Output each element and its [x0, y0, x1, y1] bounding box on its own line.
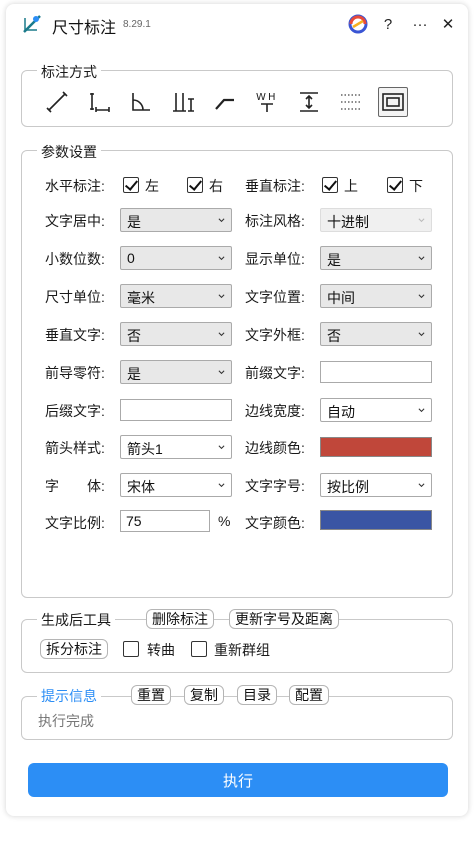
app-logo-icon [23, 15, 41, 33]
top-checkbox-label: 上 [344, 178, 358, 194]
convert-curve-checkbox[interactable] [123, 641, 139, 657]
catalog-button[interactable]: 目录 [237, 685, 277, 705]
width-height-icon[interactable]: W H [252, 87, 282, 117]
left-checkbox[interactable] [123, 177, 139, 193]
bottom-checkbox-label: 下 [409, 178, 423, 194]
more-icon[interactable]: ··· [408, 12, 432, 36]
regroup-label: 重新群组 [214, 642, 270, 658]
reset-button[interactable]: 重置 [131, 685, 171, 705]
font-size-select[interactable]: 按比例 [320, 473, 432, 497]
svg-text:H: H [268, 92, 276, 103]
text-center-select[interactable]: 是 [120, 208, 232, 232]
top-checkbox[interactable] [322, 177, 338, 193]
status-message: 执行完成 [38, 713, 94, 729]
mode-group-title: 标注方式 [37, 62, 101, 82]
app-version: 8.29.1 [123, 19, 151, 30]
chevron-down-icon [418, 332, 425, 337]
vertical-dimension-label: 垂直标注: [245, 178, 305, 194]
chevron-down-icon [218, 370, 225, 375]
grid-dots-icon[interactable] [336, 87, 366, 117]
vertical-text-select[interactable]: 否 [120, 322, 232, 346]
show-unit-select[interactable]: 是 [320, 246, 432, 270]
aligned-dimension-icon[interactable] [42, 87, 72, 117]
angle-dimension-icon[interactable] [126, 87, 156, 117]
chevron-down-icon [418, 483, 425, 488]
font-select[interactable]: 宋体 [120, 473, 232, 497]
prefix-text-input[interactable] [320, 361, 432, 383]
size-unit-select[interactable]: 毫米 [120, 284, 232, 308]
horizontal-dimension-label: 水平标注: [45, 178, 105, 194]
dim-style-label: 标注风格: [245, 213, 305, 229]
convert-curve-label: 转曲 [147, 642, 175, 658]
svg-text:W: W [256, 92, 266, 103]
copy-button[interactable]: 复制 [184, 685, 224, 705]
chevron-down-icon [418, 256, 425, 261]
leader-dimension-icon[interactable] [210, 87, 240, 117]
prefix-text-label: 前缀文字: [245, 365, 305, 381]
font-size-label: 文字字号: [245, 478, 305, 494]
text-color-label: 文字颜色: [245, 515, 305, 531]
edge-width-label: 边线宽度: [245, 403, 305, 419]
title-bar: 尺寸标注 8.29.1 ? ··· ✕ [6, 4, 468, 44]
chevron-down-icon [218, 332, 225, 337]
decimal-places-label: 小数位数: [45, 251, 105, 267]
split-dimension-button[interactable]: 拆分标注 [40, 639, 108, 659]
left-checkbox-label: 左 [145, 178, 159, 194]
leading-zero-label: 前导零符: [45, 365, 105, 381]
help-icon[interactable]: ? [376, 12, 400, 36]
text-position-label: 文字位置: [245, 289, 305, 305]
edge-color-label: 边线颜色: [245, 440, 305, 456]
baseline-dimension-icon[interactable] [168, 87, 198, 117]
chevron-down-icon [418, 218, 425, 223]
run-button[interactable]: 执行 [28, 763, 448, 797]
chevron-down-icon [418, 408, 425, 413]
right-checkbox-label: 右 [209, 178, 223, 194]
chevron-down-icon [418, 294, 425, 299]
show-unit-label: 显示单位: [245, 251, 305, 267]
arrow-style-label: 箭头样式: [45, 440, 105, 456]
delete-dimension-button[interactable]: 删除标注 [146, 609, 214, 629]
leading-zero-select[interactable]: 是 [120, 360, 232, 384]
config-button[interactable]: 配置 [289, 685, 329, 705]
chevron-down-icon [218, 445, 225, 450]
text-color-swatch[interactable] [320, 510, 432, 530]
suffix-text-label: 后缀文字: [45, 403, 105, 419]
text-frame-label: 文字外框: [245, 327, 305, 343]
app-title: 尺寸标注 [52, 20, 117, 37]
regroup-checkbox[interactable] [191, 641, 207, 657]
text-scale-unit: % [218, 513, 231, 529]
theme-palette-icon[interactable] [346, 12, 370, 36]
edge-color-swatch[interactable] [320, 437, 432, 457]
close-icon[interactable]: ✕ [436, 12, 460, 36]
suffix-text-input[interactable] [120, 399, 232, 421]
right-checkbox[interactable] [187, 177, 203, 193]
bottom-checkbox[interactable] [387, 177, 403, 193]
frame-dimension-icon[interactable] [378, 87, 408, 117]
decimal-places-select[interactable]: 0 [120, 246, 232, 270]
chevron-down-icon [218, 256, 225, 261]
update-size-distance-button[interactable]: 更新字号及距离 [229, 609, 339, 629]
font-label: 字 体: [45, 478, 105, 494]
linear-dimension-icon[interactable] [84, 87, 114, 117]
main-window: 尺寸标注 8.29.1 ? ··· ✕ 标注方式 W H 参数设置 水平标注: … [6, 4, 468, 816]
text-position-select[interactable]: 中间 [320, 284, 432, 308]
params-group-title: 参数设置 [37, 142, 101, 162]
vertical-text-label: 垂直文字: [45, 327, 105, 343]
text-scale-label: 文字比例: [45, 515, 105, 531]
post-tools-title: 生成后工具 [37, 610, 115, 630]
text-center-label: 文字居中: [45, 213, 105, 229]
text-scale-input[interactable] [120, 510, 210, 532]
chevron-down-icon [218, 294, 225, 299]
chevron-down-icon [218, 483, 225, 488]
vertical-distance-icon[interactable] [294, 87, 324, 117]
edge-width-select[interactable]: 自动 [320, 398, 432, 422]
arrow-style-select[interactable]: 箭头1 [120, 435, 232, 459]
size-unit-label: 尺寸单位: [45, 289, 105, 305]
dim-style-select: 十进制 [320, 208, 432, 232]
text-frame-select[interactable]: 否 [320, 322, 432, 346]
info-title: 提示信息 [37, 686, 101, 706]
chevron-down-icon [218, 218, 225, 223]
